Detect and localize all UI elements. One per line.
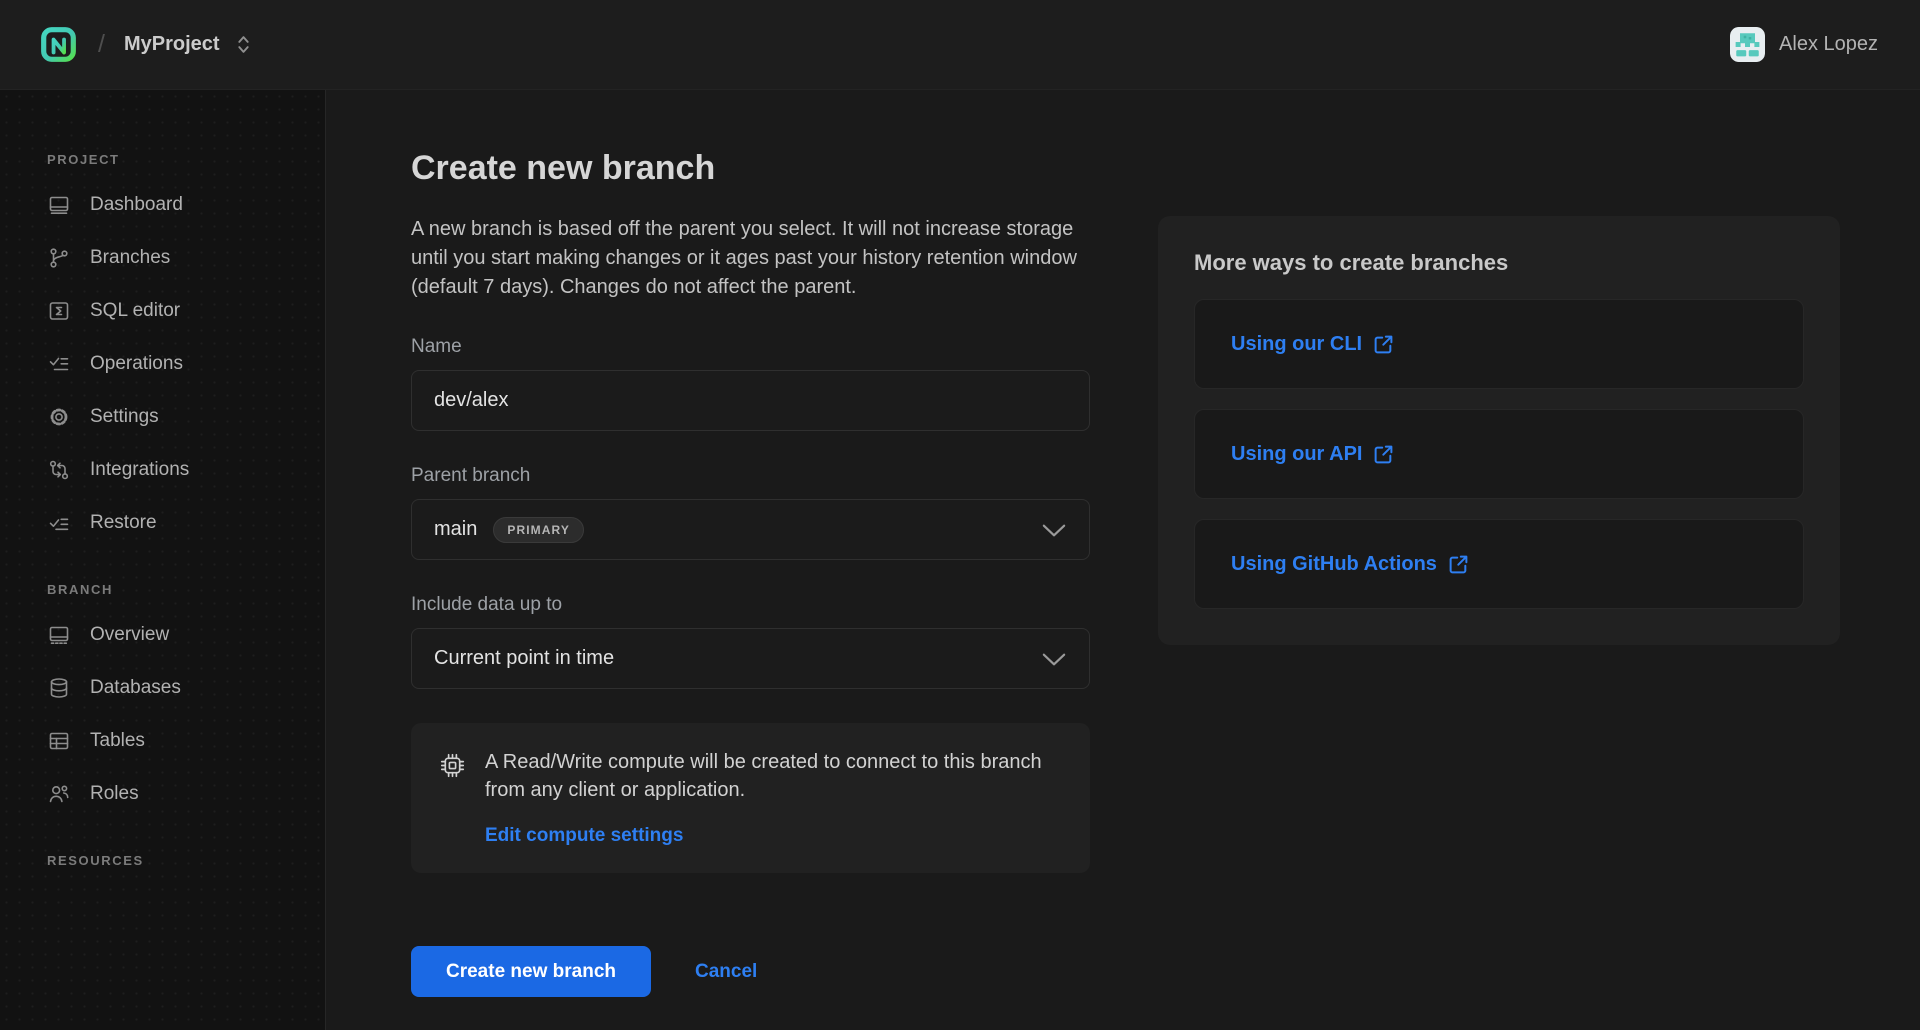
using-cli-label: Using our CLI xyxy=(1231,333,1362,356)
sidebar-item-label: Tables xyxy=(90,730,145,752)
more-ways-card: More ways to create branches Using our C… xyxy=(1158,216,1840,645)
restore-icon xyxy=(47,511,71,535)
parent-branch-select[interactable]: main PRIMARY xyxy=(411,499,1090,560)
sidebar-item-label: Settings xyxy=(90,406,159,428)
include-data-select[interactable]: Current point in time xyxy=(411,628,1090,689)
database-icon xyxy=(47,676,71,700)
parent-branch-value: main xyxy=(434,518,477,541)
gear-icon xyxy=(47,405,71,429)
header-right: Alex Lopez xyxy=(1730,27,1878,62)
external-link-icon xyxy=(1373,334,1394,355)
header-left: / MyProject xyxy=(40,26,252,63)
sidebar-section-resources: RESOURCES xyxy=(0,853,325,893)
sidebar-item-label: Branches xyxy=(90,247,170,269)
users-icon xyxy=(47,782,71,806)
external-link-icon xyxy=(1373,444,1394,465)
main-content: Create new branch A new branch is based … xyxy=(326,90,1920,1030)
parent-branch-label: Parent branch xyxy=(411,465,1090,487)
include-data-label: Include data up to xyxy=(411,594,1090,616)
sidebar-item-label: Databases xyxy=(90,677,181,699)
sidebar-section-project: PROJECT Dashboard xyxy=(0,152,325,549)
sidebar-item-tables[interactable]: Tables xyxy=(0,714,325,767)
cancel-link[interactable]: Cancel xyxy=(695,961,757,983)
sidebar-item-label: Operations xyxy=(90,353,183,375)
using-github-actions-label: Using GitHub Actions xyxy=(1231,553,1437,576)
sidebar-item-label: Integrations xyxy=(90,459,189,481)
integrations-icon xyxy=(47,458,71,482)
git-branch-icon xyxy=(47,246,71,270)
page-description: A new branch is based off the parent you… xyxy=(411,215,1079,302)
app-body: PROJECT Dashboard xyxy=(0,90,1920,1030)
cli-link-card[interactable]: Using our CLI xyxy=(1194,299,1804,389)
sidebar-item-databases[interactable]: Databases xyxy=(0,661,325,714)
using-api-link[interactable]: Using our API xyxy=(1231,443,1394,466)
cpu-chip-icon xyxy=(437,750,468,781)
sidebar-item-label: Overview xyxy=(90,624,169,646)
sql-editor-icon xyxy=(47,299,71,323)
sidebar-item-roles[interactable]: Roles xyxy=(0,767,325,820)
avatar xyxy=(1730,27,1765,62)
sidebar-section-branch: BRANCH Overview Databases xyxy=(0,582,325,820)
chevron-down-icon xyxy=(1041,652,1067,667)
sidebar-item-label: Restore xyxy=(90,512,157,534)
page-title: Create new branch xyxy=(411,148,1090,189)
api-link-card[interactable]: Using our API xyxy=(1194,409,1804,499)
sidebar-item-sql-editor[interactable]: SQL editor xyxy=(0,284,325,337)
project-name: MyProject xyxy=(124,33,220,56)
sidebar-item-operations[interactable]: Operations xyxy=(0,337,325,390)
sidebar-item-label: Dashboard xyxy=(90,194,183,216)
create-branch-button[interactable]: Create new branch xyxy=(411,946,651,997)
top-header: / MyProject xyxy=(0,0,1920,90)
operations-icon xyxy=(47,352,71,376)
table-icon xyxy=(47,729,71,753)
aside-column: More ways to create branches Using our C… xyxy=(1158,216,1840,1030)
unfold-icon xyxy=(235,34,252,55)
breadcrumb-separator: / xyxy=(98,30,105,59)
name-label: Name xyxy=(411,336,1090,358)
compute-notice-text: A Read/Write compute will be created to … xyxy=(485,748,1064,804)
section-label-branch: BRANCH xyxy=(0,582,325,597)
external-link-icon xyxy=(1448,554,1469,575)
compute-notice-card: A Read/Write compute will be created to … xyxy=(411,723,1090,873)
sidebar-item-integrations[interactable]: Integrations xyxy=(0,443,325,496)
compute-notice-body: A Read/Write compute will be created to … xyxy=(485,748,1064,847)
sidebar-item-dashboard[interactable]: Dashboard xyxy=(0,178,325,231)
include-data-value: Current point in time xyxy=(434,647,614,670)
edit-compute-settings-link[interactable]: Edit compute settings xyxy=(485,825,683,847)
sidebar-item-settings[interactable]: Settings xyxy=(0,390,325,443)
sidebar-item-label: Roles xyxy=(90,783,139,805)
user-name: Alex Lopez xyxy=(1779,33,1878,56)
sidebar-item-overview[interactable]: Overview xyxy=(0,608,325,661)
form-actions: Create new branch Cancel xyxy=(411,946,1090,997)
project-switcher[interactable]: MyProject xyxy=(124,33,252,56)
sidebar-item-branches[interactable]: Branches xyxy=(0,231,325,284)
section-label-project: PROJECT xyxy=(0,152,325,167)
using-api-label: Using our API xyxy=(1231,443,1362,466)
github-actions-link-card[interactable]: Using GitHub Actions xyxy=(1194,519,1804,609)
create-branch-form: Create new branch A new branch is based … xyxy=(411,148,1090,1030)
sidebar-item-label: SQL editor xyxy=(90,300,180,322)
section-label-resources: RESOURCES xyxy=(0,853,325,868)
chevron-down-icon xyxy=(1041,523,1067,538)
primary-badge: PRIMARY xyxy=(493,517,584,543)
using-cli-link[interactable]: Using our CLI xyxy=(1231,333,1394,356)
neon-logo[interactable] xyxy=(40,26,77,63)
sidebar: PROJECT Dashboard xyxy=(0,90,326,1030)
branch-name-input[interactable] xyxy=(411,370,1090,431)
sidebar-item-restore[interactable]: Restore xyxy=(0,496,325,549)
window-icon xyxy=(47,193,71,217)
user-menu[interactable]: Alex Lopez xyxy=(1730,27,1878,62)
more-ways-title: More ways to create branches xyxy=(1194,250,1804,276)
window-icon xyxy=(47,623,71,647)
using-github-actions-link[interactable]: Using GitHub Actions xyxy=(1231,553,1469,576)
page: / MyProject xyxy=(0,0,1920,1030)
